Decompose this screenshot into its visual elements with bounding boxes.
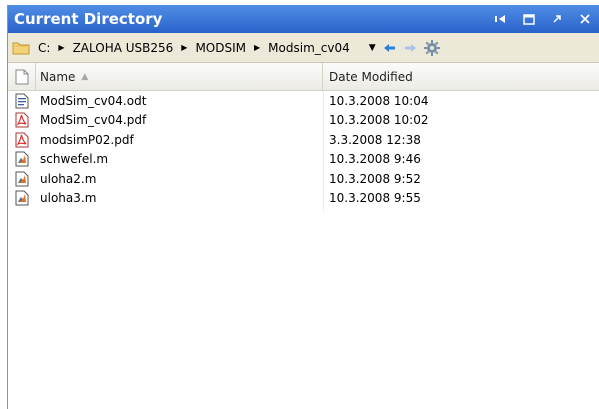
date-column-label: Date Modified <box>329 69 413 84</box>
file-date: 10.3.2008 9:52 <box>329 171 421 186</box>
forward-arrow-icon[interactable] <box>404 43 416 53</box>
matlab-file-icon <box>8 171 36 187</box>
file-date: 10.3.2008 10:02 <box>329 113 429 128</box>
file-date: 10.3.2008 9:55 <box>329 191 421 206</box>
file-date: 10.3.2008 9:46 <box>329 152 421 167</box>
breadcrumb-drive[interactable]: C: <box>35 41 53 55</box>
file-name: schwefel.m <box>40 152 109 167</box>
file-row[interactable]: uloha3.m 10.3.2008 9:55 <box>8 189 599 209</box>
file-date: 3.3.2008 12:38 <box>329 132 421 147</box>
title-bar: Current Directory <box>8 5 599 33</box>
file-name: ModSim_cv04.pdf <box>40 113 147 128</box>
file-row[interactable]: ModSim_cv04.odt 10.3.2008 10:04 <box>8 91 599 111</box>
back-arrow-icon[interactable] <box>383 43 396 53</box>
pdf-file-icon <box>8 112 36 128</box>
breadcrumb: C: ▶ ZALOHA USB256 ▶ MODSIM ▶ Modsim_cv0… <box>35 41 353 55</box>
undock-icon[interactable] <box>493 11 509 27</box>
breadcrumb-modsim-cv04[interactable]: Modsim_cv04 <box>265 41 353 55</box>
breadcrumb-separator-icon: ▶ <box>181 43 188 52</box>
column-divider <box>323 91 324 211</box>
type-column-header[interactable] <box>8 63 36 90</box>
breadcrumb-separator-icon: ▶ <box>58 43 65 52</box>
gear-icon[interactable] <box>423 39 440 56</box>
file-list-header: Name ▲ Date Modified <box>8 63 599 91</box>
blank-file-icon <box>15 69 29 85</box>
breadcrumb-zaloha[interactable]: ZALOHA USB256 <box>70 41 177 55</box>
file-date: 10.3.2008 10:04 <box>329 93 429 108</box>
file-name: ModSim_cv04.odt <box>40 93 147 108</box>
file-name: uloha2.m <box>40 171 97 186</box>
maximize-icon[interactable] <box>521 11 537 27</box>
sort-ascending-icon: ▲ <box>81 71 89 82</box>
window-controls <box>493 11 599 27</box>
address-bar: C: ▶ ZALOHA USB256 ▶ MODSIM ▶ Modsim_cv0… <box>8 33 599 63</box>
file-row[interactable]: schwefel.m 10.3.2008 9:46 <box>8 150 599 170</box>
name-column-header[interactable]: Name ▲ <box>36 63 323 90</box>
pdf-file-icon <box>8 132 36 148</box>
file-name: uloha3.m <box>40 191 97 206</box>
file-name: modsimP02.pdf <box>40 132 134 147</box>
window-title: Current Directory <box>14 10 163 28</box>
folder-icon <box>12 41 30 55</box>
current-directory-window: Current Directory C: ▶ ZALOHA USB256 ▶ M… <box>7 5 599 409</box>
file-row[interactable]: uloha2.m 10.3.2008 9:52 <box>8 169 599 189</box>
file-row[interactable]: ModSim_cv04.pdf 10.3.2008 10:02 <box>8 111 599 131</box>
breadcrumb-separator-icon: ▶ <box>254 43 261 52</box>
file-list: ModSim_cv04.odt 10.3.2008 10:04 ModSim_c… <box>8 91 599 211</box>
breadcrumb-modsim[interactable]: MODSIM <box>192 41 249 55</box>
matlab-file-icon <box>8 190 36 206</box>
date-column-header[interactable]: Date Modified <box>323 63 598 90</box>
odt-document-icon <box>8 93 36 109</box>
close-icon[interactable] <box>577 11 593 27</box>
matlab-file-icon <box>8 151 36 167</box>
dock-arrow-icon[interactable] <box>549 11 565 27</box>
file-row[interactable]: modsimP02.pdf 3.3.2008 12:38 <box>8 130 599 150</box>
address-dropdown-icon[interactable]: ▼ <box>369 43 376 53</box>
name-column-label: Name <box>40 69 76 84</box>
